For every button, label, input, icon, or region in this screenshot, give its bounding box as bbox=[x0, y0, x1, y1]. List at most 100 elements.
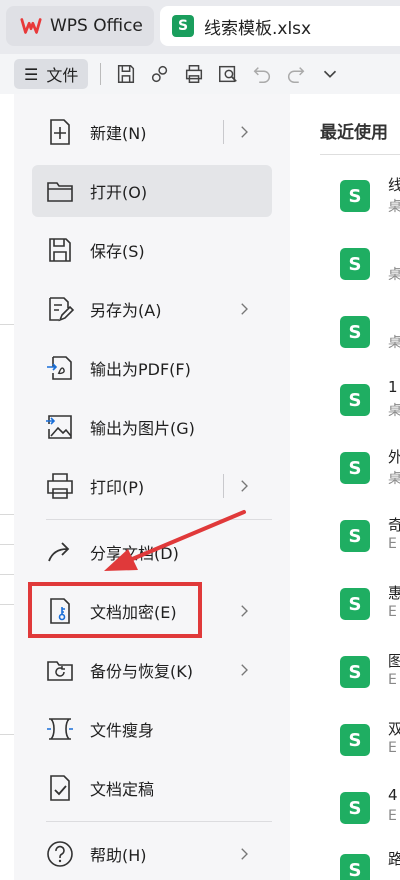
recent-file-item[interactable]: S 路 bbox=[340, 848, 400, 880]
menu-item-label: 文档定稿 bbox=[90, 780, 155, 799]
redo-icon[interactable] bbox=[283, 61, 309, 87]
menu-item-export-image[interactable]: 输出为图片(G) bbox=[32, 401, 272, 453]
recent-file-item[interactable]: S 图 E bbox=[340, 650, 400, 700]
highlight-box bbox=[28, 582, 202, 638]
menu-item-finalize[interactable]: 文档定稿 bbox=[32, 762, 272, 814]
spreadsheet-background bbox=[0, 94, 14, 880]
recent-file-name: 路 bbox=[388, 850, 400, 868]
menu-item-open[interactable]: 打开(O) bbox=[32, 165, 272, 217]
chevron-right-icon[interactable] bbox=[232, 842, 256, 866]
toolbar: ☰ 文件 bbox=[0, 54, 400, 94]
spreadsheet-icon: S bbox=[340, 656, 370, 688]
menu-item-label: 分享文档(D) bbox=[90, 544, 179, 563]
menu-item-help[interactable]: 帮助(H) bbox=[32, 828, 272, 880]
spreadsheet-icon: S bbox=[340, 452, 370, 484]
recent-file-name: 双 bbox=[388, 720, 400, 738]
menu-item-label: 帮助(H) bbox=[90, 846, 147, 865]
share-link-icon[interactable] bbox=[147, 61, 173, 87]
file-menu-label: 文件 bbox=[46, 66, 79, 85]
backup-icon bbox=[44, 654, 76, 686]
menu-item-backup[interactable]: 备份与恢复(K) bbox=[32, 644, 272, 696]
recent-file-item[interactable]: S 桌 bbox=[340, 310, 400, 360]
recent-file-location: E bbox=[388, 672, 397, 688]
file-menu-button[interactable]: ☰ 文件 bbox=[14, 59, 89, 89]
grid-line bbox=[0, 734, 14, 735]
recent-file-name: 惠 bbox=[388, 584, 400, 602]
toolbar-divider bbox=[100, 63, 102, 85]
recent-file-location: 桌 bbox=[388, 403, 400, 419]
chevron-down-icon[interactable] bbox=[317, 61, 343, 87]
recent-file-name: 4 bbox=[388, 786, 398, 804]
submenu-divider bbox=[223, 120, 224, 144]
recent-file-name: 外 bbox=[388, 448, 400, 466]
recent-file-item[interactable]: S 1 桌 bbox=[340, 378, 400, 428]
chevron-right-icon[interactable] bbox=[232, 297, 256, 321]
grid-line bbox=[0, 574, 14, 575]
open-folder-icon bbox=[44, 175, 76, 207]
recent-file-location: E bbox=[388, 536, 397, 552]
spreadsheet-icon: S bbox=[340, 588, 370, 620]
spreadsheet-icon: S bbox=[340, 384, 370, 416]
recent-file-item[interactable]: S 线 桌 bbox=[340, 174, 400, 224]
title-bar: WPS Office S 线索模板.xlsx bbox=[0, 0, 400, 54]
export-pdf-icon bbox=[44, 352, 76, 384]
save-icon[interactable] bbox=[113, 61, 139, 87]
menu-item-slim[interactable]: 文件瘦身 bbox=[32, 703, 272, 755]
recent-file-location: 桌 bbox=[388, 267, 400, 283]
spreadsheet-icon: S bbox=[340, 316, 370, 348]
save-icon bbox=[44, 234, 76, 266]
print-icon[interactable] bbox=[181, 61, 207, 87]
recent-file-name: 图 bbox=[388, 652, 400, 670]
help-icon bbox=[44, 838, 76, 870]
print-icon bbox=[44, 470, 76, 502]
chevron-right-icon[interactable] bbox=[232, 599, 256, 623]
recent-file-item[interactable]: S 奇 E bbox=[340, 514, 400, 564]
file-menu-panel: 新建(N) 打开(O) 保存(S) 另存为(A) 输出为PDF(F) 输出为图片… bbox=[14, 94, 290, 880]
menu-item-label: 输出为PDF(F) bbox=[90, 360, 191, 379]
spreadsheet-icon: S bbox=[172, 15, 194, 37]
spreadsheet-icon: S bbox=[340, 180, 370, 212]
menu-item-save-as[interactable]: 另存为(A) bbox=[32, 283, 272, 335]
recent-file-location: E bbox=[388, 604, 397, 620]
menu-item-label: 新建(N) bbox=[90, 124, 147, 143]
recent-file-name: 1 bbox=[388, 378, 398, 396]
recent-title-divider bbox=[320, 154, 400, 155]
menu-item-label: 打印(P) bbox=[90, 478, 145, 497]
undo-icon[interactable] bbox=[249, 61, 275, 87]
chevron-right-icon[interactable] bbox=[232, 474, 256, 498]
recent-file-item[interactable]: S 惠 E bbox=[340, 582, 400, 632]
recent-file-location: 桌 bbox=[388, 199, 400, 215]
menu-item-label: 保存(S) bbox=[90, 242, 145, 261]
export-image-icon bbox=[44, 411, 76, 443]
recent-file-location: 桌 bbox=[388, 335, 400, 351]
wps-logo-icon bbox=[20, 18, 42, 34]
tab-wps-office[interactable]: WPS Office bbox=[6, 6, 154, 46]
tab-file[interactable]: S 线索模板.xlsx bbox=[160, 6, 400, 46]
menu-item-label: 文件瘦身 bbox=[90, 721, 155, 740]
save-as-icon bbox=[44, 293, 76, 325]
menu-item-export-pdf[interactable]: 输出为PDF(F) bbox=[32, 342, 272, 394]
recent-title: 最近使用 bbox=[320, 123, 388, 143]
menu-item-print[interactable]: 打印(P) bbox=[32, 460, 272, 512]
finalize-icon bbox=[44, 772, 76, 804]
print-preview-icon[interactable] bbox=[215, 61, 241, 87]
menu-item-new[interactable]: 新建(N) bbox=[32, 106, 272, 158]
share-icon bbox=[44, 536, 76, 568]
recent-file-item[interactable]: S 双 E bbox=[340, 718, 400, 768]
chevron-right-icon[interactable] bbox=[232, 120, 256, 144]
menu-item-label: 备份与恢复(K) bbox=[90, 662, 193, 681]
spreadsheet-icon: S bbox=[340, 854, 370, 880]
recent-file-item[interactable]: S 桌 bbox=[340, 242, 400, 292]
menu-item-label: 打开(O) bbox=[90, 183, 148, 202]
menu-divider bbox=[46, 519, 272, 520]
menu-item-save[interactable]: 保存(S) bbox=[32, 224, 272, 276]
recent-file-location: 桌 bbox=[388, 471, 400, 487]
chevron-right-icon[interactable] bbox=[232, 658, 256, 682]
recent-file-item[interactable]: S 外 桌 bbox=[340, 446, 400, 496]
spreadsheet-icon: S bbox=[340, 792, 370, 824]
grid-line bbox=[0, 604, 14, 605]
recent-file-item[interactable]: S 4 E bbox=[340, 786, 400, 836]
menu-item-share[interactable]: 分享文档(D) bbox=[32, 526, 272, 578]
spreadsheet-icon: S bbox=[340, 520, 370, 552]
menu-item-label: 输出为图片(G) bbox=[90, 419, 195, 438]
